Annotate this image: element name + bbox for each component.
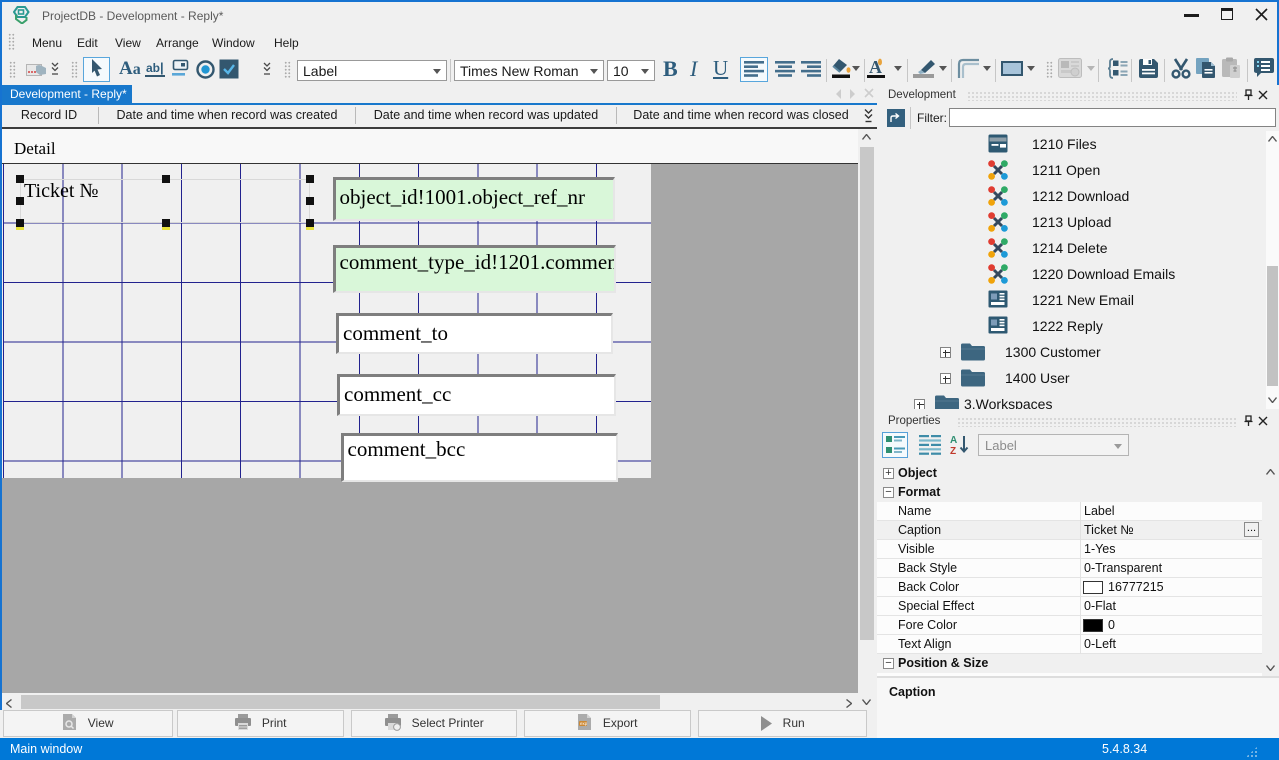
svg-text:A: A xyxy=(950,435,957,446)
svg-text:exp: exp xyxy=(580,721,588,726)
svg-text:Z: Z xyxy=(950,446,956,456)
